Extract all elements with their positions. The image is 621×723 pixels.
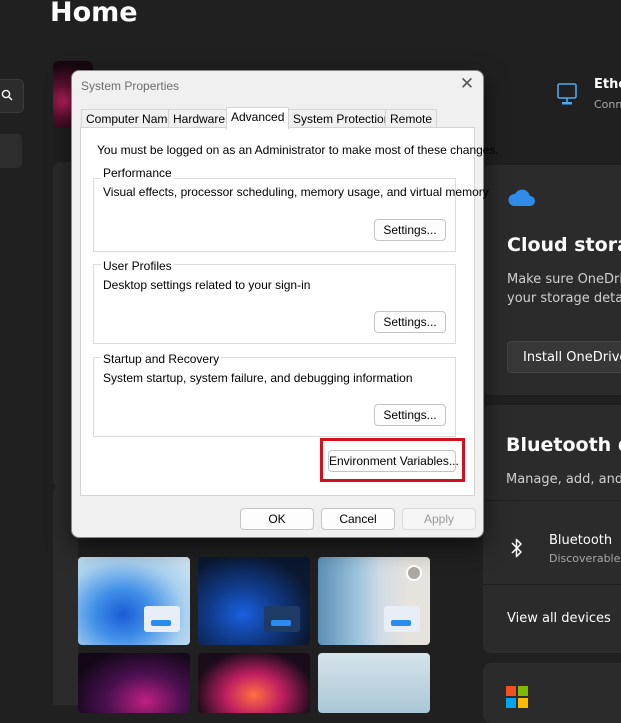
- theme-thumbnail[interactable]: [198, 653, 310, 713]
- page-title: Home: [50, 0, 138, 28]
- apply-button[interactable]: Apply: [402, 508, 476, 530]
- highlight-box: [320, 438, 465, 482]
- user-profiles-settings-button[interactable]: Settings...: [374, 311, 446, 333]
- tab-system-protection[interactable]: System Protection: [288, 109, 396, 128]
- startup-recovery-legend: Startup and Recovery: [101, 352, 222, 366]
- theme-thumbnail[interactable]: [318, 557, 430, 645]
- ok-button[interactable]: OK: [240, 508, 314, 530]
- install-onedrive-button[interactable]: Install OneDrive: [507, 341, 621, 373]
- ethernet-icon: [557, 83, 577, 105]
- tab-hardware[interactable]: Hardware: [168, 109, 231, 128]
- cancel-button[interactable]: Cancel: [321, 508, 395, 530]
- nav-item-home[interactable]: [0, 134, 22, 168]
- bluetooth-status: Discoverable: [549, 552, 621, 565]
- user-profiles-desc: Desktop settings related to your sign-in: [103, 278, 311, 292]
- cloud-storage-desc-line1: Make sure OneDriv: [507, 272, 621, 287]
- view-all-devices-link[interactable]: View all devices: [507, 611, 611, 626]
- theme-thumbnail[interactable]: [78, 653, 190, 713]
- network-status: Conn: [594, 98, 621, 111]
- theme-thumbnail[interactable]: [78, 557, 190, 645]
- tab-remote[interactable]: Remote: [385, 109, 438, 128]
- system-properties-dialog: System Properties ✕ Computer Name Hardwa…: [71, 70, 499, 538]
- startup-recovery-settings-button[interactable]: Settings...: [374, 404, 446, 426]
- search-box[interactable]: [0, 79, 24, 113]
- microsoft-logo-icon: [506, 686, 528, 708]
- divider: [483, 584, 621, 585]
- network-title[interactable]: Ethe: [594, 77, 621, 92]
- user-profiles-legend: User Profiles: [101, 259, 174, 273]
- dialog-title: System Properties: [81, 79, 180, 93]
- performance-settings-button[interactable]: Settings...: [374, 219, 446, 241]
- search-icon: [1, 89, 13, 101]
- theme-thumbnail[interactable]: [318, 653, 430, 713]
- bluetooth-title: Bluetooth de: [506, 434, 621, 456]
- cloud-storage-title: Cloud storag: [507, 234, 621, 256]
- divider: [483, 500, 621, 501]
- performance-legend: Performance: [101, 166, 174, 180]
- selected-theme-icon: [406, 565, 422, 581]
- tab-computer-name[interactable]: Computer Name: [81, 109, 180, 128]
- startup-recovery-desc: System startup, system failure, and debu…: [103, 371, 413, 385]
- tab-advanced[interactable]: Advanced: [226, 107, 290, 129]
- bluetooth-icon: [511, 538, 522, 558]
- close-icon[interactable]: ✕: [455, 73, 479, 95]
- bluetooth-device-name[interactable]: Bluetooth: [549, 533, 612, 548]
- performance-desc: Visual effects, processor scheduling, me…: [103, 185, 489, 199]
- microsoft-card: [483, 663, 621, 723]
- onedrive-cloud-icon: [508, 189, 535, 206]
- cloud-storage-desc-line2: your storage detai: [507, 291, 621, 306]
- theme-thumbnail[interactable]: [198, 557, 310, 645]
- bluetooth-desc: Manage, add, and: [506, 472, 621, 487]
- admin-note: You must be logged on as an Administrato…: [97, 143, 499, 157]
